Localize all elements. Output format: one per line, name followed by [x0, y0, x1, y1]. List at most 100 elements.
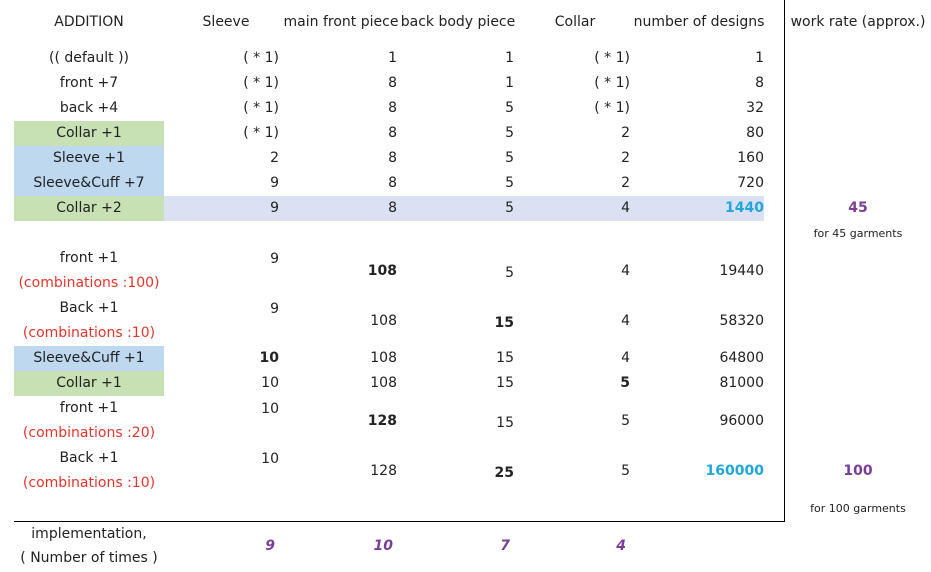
work-rate-note: for 45 garments [813, 227, 903, 240]
header-designs: number of designs [633, 14, 765, 30]
sleeve-cell: ( * 1) [243, 50, 279, 66]
designs-cell: 58320 [719, 312, 764, 329]
addition-cell: front +1 [59, 250, 119, 266]
collar-cell: 2 [621, 125, 630, 141]
addition-cell: Sleeve&Cuff +7 [33, 175, 145, 191]
front-piece-cell: 108 [370, 312, 397, 329]
front-piece-cell: 108 [370, 350, 397, 366]
addition-cell: (( default )) [48, 50, 129, 66]
collar-cell: ( * 1) [594, 75, 630, 91]
collar-cell: 2 [621, 150, 630, 166]
sleeve-cell: ( * 1) [243, 125, 279, 141]
front-piece-cell: 8 [388, 175, 397, 191]
footer-back-count: 7 [500, 538, 510, 554]
designs-cell: 81000 [719, 375, 764, 391]
sleeve-cell: 10 [261, 375, 279, 391]
designs-cell: 19440 [719, 262, 764, 279]
collar-cell: 4 [621, 200, 630, 216]
combinations-note: (combinations :10) [22, 475, 156, 491]
combinations-note: (combinations :10) [22, 325, 156, 341]
back-piece-cell: 5 [505, 125, 514, 141]
sleeve-cell: 10 [261, 450, 279, 467]
sleeve-cell: 10 [259, 350, 279, 366]
addition-cell: Back +1 [59, 300, 119, 316]
sleeve-cell: ( * 1) [243, 100, 279, 116]
designs-cell: 8 [755, 75, 764, 91]
designs-cell: 160000 [705, 462, 764, 479]
footer-label: implementation, [31, 526, 147, 542]
back-piece-cell: 5 [505, 200, 514, 216]
combinations-note: (combinations :100) [18, 275, 160, 291]
designs-cell: 80 [746, 125, 764, 141]
designs-cell: 32 [746, 100, 764, 116]
sleeve-cell: ( * 1) [243, 75, 279, 91]
header-collar: Collar [554, 14, 596, 30]
collar-cell: 5 [621, 462, 630, 479]
collar-cell: ( * 1) [594, 100, 630, 116]
front-piece-cell: 1 [388, 50, 397, 66]
footer-sleeve-count: 9 [265, 538, 275, 554]
back-piece-cell: 15 [494, 314, 514, 331]
back-piece-cell: 25 [494, 464, 514, 481]
front-piece-cell: 8 [388, 200, 397, 216]
addition-cell: Sleeve&Cuff +1 [33, 350, 145, 366]
footer-collar-count: 4 [616, 538, 626, 554]
addition-cell: Collar +1 [56, 125, 122, 141]
back-piece-cell: 5 [505, 175, 514, 191]
addition-cell: front +7 [59, 75, 119, 91]
addition-cell: Collar +1 [56, 375, 122, 391]
work-rate-note: for 100 garments [810, 501, 906, 515]
header-work: work rate (approx.) [790, 14, 926, 30]
back-piece-cell: 15 [496, 414, 514, 431]
sleeve-cell: 9 [270, 250, 279, 267]
footer-label: ( Number of times ) [20, 550, 158, 566]
sleeve-cell: 9 [270, 300, 279, 317]
designs-cell: 1 [755, 50, 764, 66]
back-piece-cell: 1 [505, 75, 514, 91]
collar-cell: 4 [621, 312, 630, 329]
addition-cell: Collar +2 [56, 200, 122, 216]
design-combination-sheet: ADDITION Sleeve main front piece back body … [0, 0, 931, 572]
header-sleeve: Sleeve [202, 14, 250, 30]
front-piece-cell: 8 [388, 75, 397, 91]
designs-cell: 64800 [719, 350, 764, 366]
front-piece-cell: 8 [388, 125, 397, 141]
collar-cell: 5 [620, 375, 630, 391]
sleeve-cell: 10 [261, 400, 279, 417]
addition-cell: Back +1 [59, 450, 119, 466]
front-piece-cell: 8 [388, 100, 397, 116]
designs-cell: 160 [737, 150, 764, 166]
back-piece-cell: 1 [505, 50, 514, 66]
sleeve-cell: 9 [270, 200, 279, 216]
footer-front-count: 10 [373, 538, 393, 554]
addition-cell: back +4 [59, 100, 119, 116]
back-piece-cell: 15 [496, 375, 514, 391]
header-front: main front piece [283, 14, 399, 30]
addition-cell: front +1 [59, 400, 119, 416]
collar-cell: 2 [621, 175, 630, 191]
front-piece-cell: 128 [370, 462, 397, 479]
work-rate-value: 45 [848, 200, 868, 216]
back-piece-cell: 5 [505, 264, 514, 281]
addition-cell: Sleeve +1 [53, 150, 125, 166]
front-piece-cell: 8 [388, 150, 397, 166]
header-back: back body piece [400, 14, 516, 30]
back-piece-cell: 5 [505, 100, 514, 116]
combinations-note: (combinations :20) [22, 425, 156, 441]
designs-cell: 96000 [719, 412, 764, 429]
sleeve-cell: 2 [270, 150, 279, 166]
collar-cell: 4 [621, 350, 630, 366]
work-rate-value: 100 [843, 462, 873, 479]
sleeve-cell: 9 [270, 175, 279, 191]
collar-cell: 5 [621, 412, 630, 429]
table-right-border [784, 0, 785, 522]
designs-cell: 720 [737, 175, 764, 191]
collar-cell: 4 [621, 262, 630, 279]
designs-cell: 1440 [725, 200, 764, 216]
front-piece-cell: 128 [367, 412, 397, 429]
front-piece-cell: 108 [370, 375, 397, 391]
collar-cell: ( * 1) [594, 50, 630, 66]
back-piece-cell: 15 [496, 350, 514, 366]
front-piece-cell: 108 [367, 262, 397, 279]
back-piece-cell: 5 [505, 150, 514, 166]
